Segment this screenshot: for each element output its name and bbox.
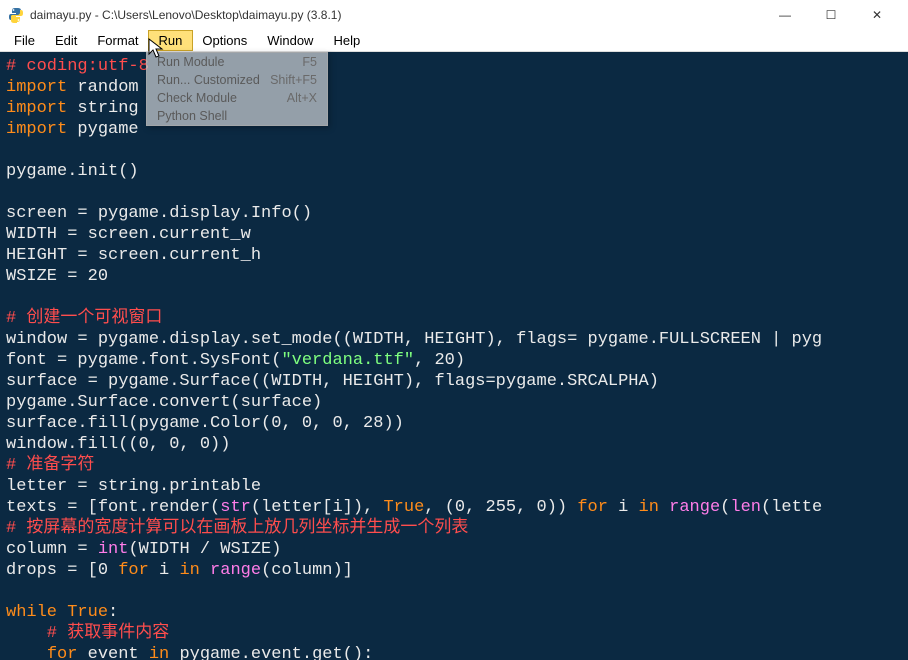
- titlebar: daimayu.py - C:\Users\Lenovo\Desktop\dai…: [0, 0, 908, 30]
- menuitem-run-module[interactable]: Run Module F5: [147, 53, 327, 71]
- menu-window[interactable]: Window: [257, 31, 323, 50]
- menu-run[interactable]: Run: [149, 31, 193, 50]
- menuitem-run-customized[interactable]: Run... Customized Shift+F5: [147, 71, 327, 89]
- run-menu-dropdown: Run Module F5 Run... Customized Shift+F5…: [146, 52, 328, 126]
- menu-format[interactable]: Format: [87, 31, 148, 50]
- menuitem-check-module[interactable]: Check Module Alt+X: [147, 89, 327, 107]
- menuitem-label: Python Shell: [157, 109, 227, 123]
- code-content: # coding:utf-8 import random import stri…: [0, 52, 908, 660]
- menuitem-label: Check Module: [157, 91, 237, 105]
- menuitem-label: Run... Customized: [157, 73, 260, 87]
- menu-options[interactable]: Options: [192, 31, 257, 50]
- menu-file[interactable]: File: [4, 31, 45, 50]
- window-controls: — ☐ ✕: [762, 0, 900, 30]
- close-button[interactable]: ✕: [854, 0, 900, 30]
- menuitem-shortcut: Alt+X: [287, 91, 317, 105]
- window-title: daimayu.py - C:\Users\Lenovo\Desktop\dai…: [30, 8, 762, 22]
- menu-help[interactable]: Help: [323, 31, 370, 50]
- menuitem-shortcut: Shift+F5: [270, 73, 317, 87]
- menubar: File Edit Format Run Options Window Help: [0, 30, 908, 52]
- code-editor[interactable]: # coding:utf-8 import random import stri…: [0, 52, 908, 660]
- minimize-button[interactable]: —: [762, 0, 808, 30]
- menuitem-python-shell[interactable]: Python Shell: [147, 107, 327, 125]
- menuitem-label: Run Module: [157, 55, 224, 69]
- app-icon: [8, 7, 24, 23]
- menuitem-shortcut: F5: [302, 55, 317, 69]
- maximize-button[interactable]: ☐: [808, 0, 854, 30]
- menu-edit[interactable]: Edit: [45, 31, 87, 50]
